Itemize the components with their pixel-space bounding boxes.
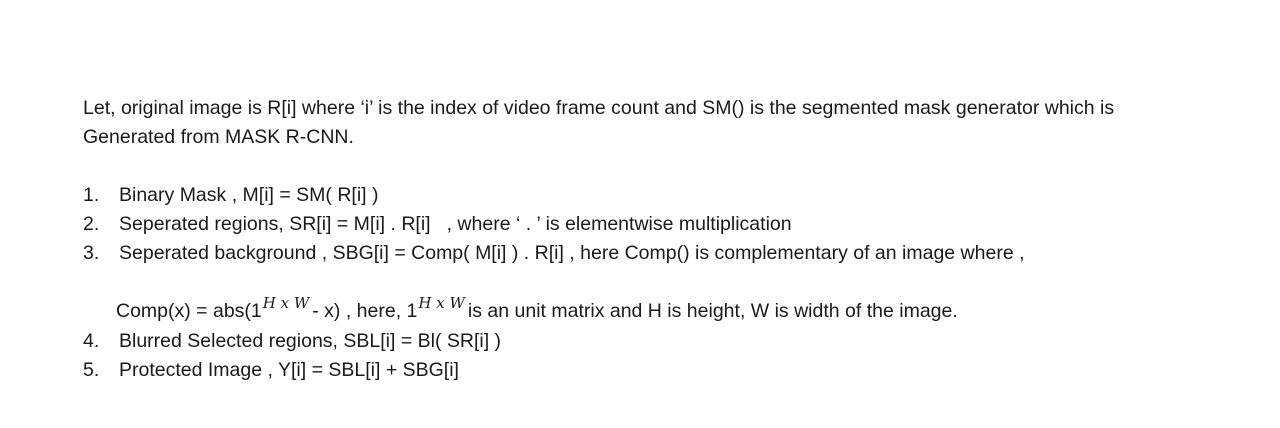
intro-line-1: Let, original image is R[i] where ‘i’ is… (83, 97, 1115, 119)
step-number: 4. (83, 330, 100, 352)
formula-superscript-1: H x W (262, 294, 310, 312)
step-1: 1. Binary Mask , M[i] = SM( R[i] ) (83, 181, 1273, 210)
document-body: Let, original image is R[i] where ‘i’ is… (83, 94, 1273, 385)
comp-formula-line: Comp(x) = abs(1H x W- x) , here, 1H x Wi… (83, 294, 1273, 327)
formula-part-2: - x) , here, 1 (312, 300, 418, 322)
formula-part-3: is an unit matrix and H is height, W is … (467, 300, 958, 322)
steps-list: 1. Binary Mask , M[i] = SM( R[i] ) 2. Se… (83, 181, 1273, 385)
step-text: Protected Image , Y[i] = SBL[i] + SBG[i] (119, 359, 459, 381)
step-number: 1. (83, 184, 100, 206)
step-text: Binary Mask , M[i] = SM( R[i] ) (119, 184, 379, 206)
intro-line-2: Generated from MASK R-CNN. (83, 126, 354, 148)
step-text: Blurred Selected regions, SBL[i] = Bl( S… (119, 330, 502, 352)
step-5: 5. Protected Image , Y[i] = SBL[i] + SBG… (83, 356, 1273, 385)
step-2: 2. Seperated regions, SR[i] = M[i] . R[i… (83, 210, 1273, 239)
intro-paragraph: Let, original image is R[i] where ‘i’ is… (83, 94, 1273, 152)
formula-superscript-2: H x W (418, 294, 465, 312)
step-text-note: , where ‘ . ’ is elementwise multiplicat… (446, 213, 792, 235)
step-text: Seperated regions, SR[i] = M[i] . R[i] (119, 213, 431, 235)
step-number: 5. (83, 359, 100, 381)
step-4: 4. Blurred Selected regions, SBL[i] = Bl… (83, 327, 1273, 356)
step-number: 2. (83, 213, 100, 235)
formula-part-1: Comp(x) = abs(1 (116, 300, 262, 322)
step-3: 3. Seperated background , SBG[i] = Comp(… (83, 239, 1273, 268)
step-number: 3. (83, 242, 100, 264)
step-text: Seperated background , SBG[i] = Comp( M[… (119, 242, 1025, 264)
